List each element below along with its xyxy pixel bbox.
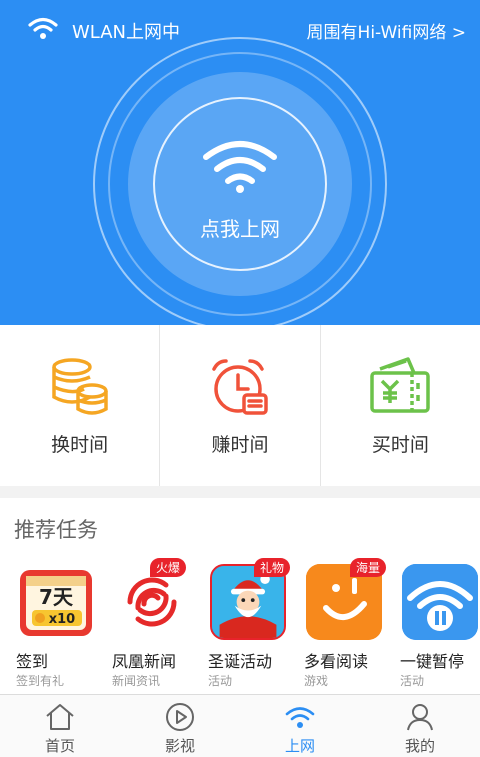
task-subtitle: 游戏 bbox=[304, 674, 329, 688]
pause-wifi-icon bbox=[402, 564, 478, 640]
task-one-click-pause[interactable]: 一键暂停 活动 bbox=[384, 564, 480, 688]
tab-home[interactable]: 首页 bbox=[0, 695, 120, 757]
task-checkin[interactable]: 7天 x10 签到 签到有礼 bbox=[0, 564, 96, 688]
wifi-icon bbox=[203, 141, 277, 193]
connect-button[interactable]: 点我上网 bbox=[155, 99, 325, 269]
play-icon bbox=[166, 703, 194, 731]
section-title: 推荐任务 bbox=[14, 518, 98, 542]
task-duokan-reading[interactable]: 海量 多看阅读 游戏 bbox=[288, 558, 386, 688]
buy-time-button[interactable]: 买时间 bbox=[321, 325, 480, 486]
tab-label: 影视 bbox=[164, 737, 195, 755]
task-subtitle: 活动 bbox=[208, 674, 233, 688]
calendar-icon: 7天 x10 bbox=[18, 564, 94, 640]
tab-label: 首页 bbox=[44, 737, 75, 755]
connection-panel: WLAN上网中 周围有Hi-Wifi网络 > 点我上网 bbox=[0, 0, 480, 325]
exchange-time-button[interactable]: 换时间 bbox=[0, 325, 161, 486]
recommended-tasks: 推荐任务 7天 x10 签到 签到有礼 火爆 凤凰新闻 新闻资讯 礼物 圣诞活动… bbox=[0, 498, 480, 694]
task-subtitle: 签到有礼 bbox=[16, 674, 65, 688]
coin-stack-icon bbox=[51, 358, 108, 415]
tab-label: 我的 bbox=[404, 737, 435, 755]
task-name: 圣诞活动 bbox=[208, 652, 273, 671]
task-subtitle: 新闻资讯 bbox=[112, 674, 161, 688]
calendar-day-text: 7天 bbox=[39, 585, 74, 609]
ticket-icon bbox=[370, 357, 431, 413]
time-actions: 换时间 赚时间 买时间 bbox=[0, 325, 480, 486]
task-name: 一键暂停 bbox=[400, 652, 465, 671]
calendar-count-text: x10 bbox=[49, 612, 75, 627]
task-ifeng-news[interactable]: 火爆 凤凰新闻 新闻资讯 bbox=[96, 558, 192, 688]
massive-badge: 海量 bbox=[349, 558, 386, 577]
home-icon bbox=[46, 704, 74, 730]
task-subtitle: 活动 bbox=[400, 674, 425, 688]
earn-time-label: 赚时间 bbox=[211, 434, 269, 456]
task-name: 多看阅读 bbox=[304, 652, 369, 671]
task-name: 签到 bbox=[16, 652, 49, 671]
gift-badge: 礼物 bbox=[253, 558, 290, 577]
connect-label: 点我上网 bbox=[200, 217, 280, 241]
alarm-clock-icon bbox=[212, 359, 268, 415]
hot-badge: 火爆 bbox=[149, 558, 186, 577]
user-icon bbox=[407, 704, 433, 731]
buy-time-label: 买时间 bbox=[371, 434, 429, 456]
earn-time-button[interactable]: 赚时间 bbox=[160, 325, 321, 486]
tab-label: 上网 bbox=[284, 737, 315, 755]
tab-internet[interactable]: 上网 bbox=[240, 695, 360, 757]
bottom-tab-bar: 首页 影视 上网 我的 bbox=[0, 694, 480, 757]
task-name: 凤凰新闻 bbox=[112, 652, 177, 671]
exchange-time-label: 换时间 bbox=[51, 434, 109, 456]
app-screen: WLAN上网中 周围有Hi-Wifi网络 > 点我上网 换时间 赚时间 买时间 … bbox=[0, 0, 480, 757]
wifi-icon bbox=[285, 707, 315, 728]
task-christmas[interactable]: 礼物 圣诞活动 活动 bbox=[192, 558, 290, 688]
tab-video[interactable]: 影视 bbox=[120, 695, 240, 757]
tab-mine[interactable]: 我的 bbox=[360, 695, 480, 757]
task-list: 7天 x10 签到 签到有礼 火爆 凤凰新闻 新闻资讯 礼物 圣诞活动 活动 海… bbox=[0, 558, 480, 688]
